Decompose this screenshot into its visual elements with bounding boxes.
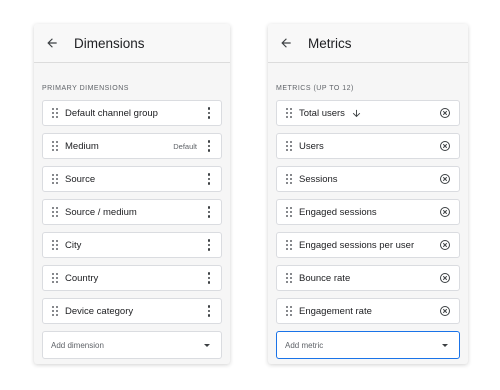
dimension-item-default-channel-group[interactable]: Default channel group (42, 100, 222, 126)
close-circle-icon[interactable] (438, 271, 452, 285)
caret-down-icon (442, 343, 448, 347)
more-vert-icon[interactable] (203, 271, 215, 285)
metric-item-total-users[interactable]: Total users (276, 100, 460, 126)
dimension-label: Source / medium (65, 206, 137, 218)
metric-item-sessions[interactable]: Sessions (276, 166, 460, 192)
close-circle-icon[interactable] (438, 205, 452, 219)
dimension-label: Source (65, 173, 96, 185)
drag-handle-icon[interactable] (286, 141, 292, 151)
add-metric-select[interactable]: Add metric (276, 331, 460, 359)
arrow-down-icon[interactable] (351, 108, 362, 119)
dimension-item-city[interactable]: City (42, 232, 222, 258)
dimension-label: Medium (65, 140, 99, 152)
dimension-label: Country (65, 272, 99, 284)
add-dimension-label: Add dimension (51, 340, 104, 350)
close-circle-icon[interactable] (438, 304, 452, 318)
metrics-panel: Metrics METRICS (UP TO 12) Total users U… (268, 24, 468, 364)
drag-handle-icon[interactable] (286, 306, 292, 316)
metric-label: Users (299, 140, 324, 152)
drag-handle-icon[interactable] (286, 108, 292, 118)
add-metric-label: Add metric (285, 340, 324, 350)
drag-handle-icon[interactable] (286, 174, 292, 184)
drag-handle-icon[interactable] (286, 273, 292, 283)
metric-item-bounce-rate[interactable]: Bounce rate (276, 265, 460, 291)
metric-label: Engaged sessions (299, 206, 377, 218)
metric-item-engagement-rate[interactable]: Engagement rate (276, 298, 460, 324)
metrics-header: Metrics (268, 24, 468, 63)
dimension-label: City (65, 239, 82, 251)
metric-item-users[interactable]: Users (276, 133, 460, 159)
drag-handle-icon[interactable] (286, 207, 292, 217)
drag-handle-icon[interactable] (52, 273, 58, 283)
dimension-item-medium[interactable]: Medium Default (42, 133, 222, 159)
more-vert-icon[interactable] (203, 238, 215, 252)
drag-handle-icon[interactable] (52, 207, 58, 217)
close-circle-icon[interactable] (438, 106, 452, 120)
more-vert-icon[interactable] (203, 139, 215, 153)
drag-handle-icon[interactable] (52, 141, 58, 151)
drag-handle-icon[interactable] (52, 174, 58, 184)
metric-item-engaged-sessions[interactable]: Engaged sessions (276, 199, 460, 225)
caret-down-icon (204, 343, 210, 347)
metric-item-engaged-sessions-per-user[interactable]: Engaged sessions per user (276, 232, 460, 258)
more-vert-icon[interactable] (203, 172, 215, 186)
more-vert-icon[interactable] (203, 205, 215, 219)
dimension-item-source[interactable]: Source (42, 166, 222, 192)
section-label: PRIMARY DIMENSIONS (42, 85, 129, 92)
more-vert-icon[interactable] (203, 304, 215, 318)
page-title: Metrics (308, 35, 352, 51)
section-label: METRICS (UP TO 12) (276, 85, 354, 92)
metric-label: Total users (299, 107, 345, 119)
close-circle-icon[interactable] (438, 172, 452, 186)
add-dimension-select[interactable]: Add dimension (42, 331, 222, 359)
default-badge: Default (173, 141, 197, 151)
arrow-left-icon[interactable] (42, 33, 62, 53)
metric-label: Engaged sessions per user (299, 239, 415, 251)
drag-handle-icon[interactable] (52, 240, 58, 250)
arrow-left-icon[interactable] (276, 33, 296, 53)
metric-label: Sessions (299, 173, 338, 185)
close-circle-icon[interactable] (438, 238, 452, 252)
dimension-item-device-category[interactable]: Device category (42, 298, 222, 324)
more-vert-icon[interactable] (203, 106, 215, 120)
dimensions-header: Dimensions (34, 24, 230, 63)
metric-label: Bounce rate (299, 272, 351, 284)
dimension-label: Device category (65, 305, 134, 317)
dimensions-panel: Dimensions PRIMARY DIMENSIONS Default ch… (34, 24, 230, 364)
drag-handle-icon[interactable] (286, 240, 292, 250)
dimension-item-country[interactable]: Country (42, 265, 222, 291)
close-circle-icon[interactable] (438, 139, 452, 153)
drag-handle-icon[interactable] (52, 306, 58, 316)
dimension-label: Default channel group (65, 107, 158, 119)
page-title: Dimensions (74, 35, 145, 51)
drag-handle-icon[interactable] (52, 108, 58, 118)
dimension-item-source-medium[interactable]: Source / medium (42, 199, 222, 225)
metric-label: Engagement rate (299, 305, 372, 317)
